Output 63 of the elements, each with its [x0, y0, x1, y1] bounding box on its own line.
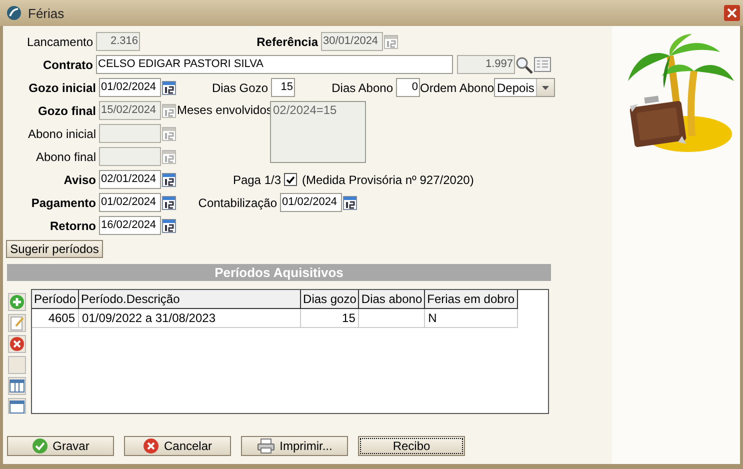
contract-field[interactable]: CELSO EDIGAR PASTORI SILVA [96, 55, 453, 74]
column-header[interactable]: Dias abono [358, 290, 425, 308]
table-cell [358, 308, 425, 328]
note-text: (Medida Provisória nº 927/2020) [302, 172, 474, 186]
field-label: Pagamento [30, 196, 97, 210]
close-icon[interactable] [724, 5, 740, 21]
field-label: Referência [256, 34, 320, 48]
calendar-icon[interactable] [161, 194, 177, 210]
calendar-icon[interactable] [342, 194, 358, 210]
date-field[interactable]: 16/02/2024 [99, 216, 161, 235]
section-header: Períodos Aquisitivos [7, 264, 551, 281]
calendar-icon[interactable] [161, 218, 177, 234]
field-label: Contrato [42, 58, 94, 72]
field-label: Abono final [34, 150, 97, 164]
date-field[interactable]: 01/02/2024 [99, 193, 161, 212]
checkbox[interactable] [284, 173, 297, 186]
column-header[interactable]: Período [32, 290, 79, 308]
date-field[interactable]: 02/01/2024 [99, 170, 161, 189]
field-label: Lancamento [26, 34, 94, 48]
calendar-icon[interactable] [161, 172, 177, 188]
column-header[interactable]: Ferias em dobro [424, 290, 517, 308]
calendar-icon[interactable] [161, 80, 177, 96]
table-cell: 4605 [32, 308, 79, 328]
number-field[interactable]: 0 [396, 78, 420, 97]
column-header[interactable]: Período.Descrição [78, 290, 301, 308]
app-logo-icon [6, 5, 22, 21]
field-label: Meses envolvidos [177, 102, 270, 119]
field-label: Dias Abono [330, 80, 394, 94]
months-text-area[interactable]: 02/2024=15 [270, 101, 366, 163]
save-button[interactable]: Gravar [7, 436, 114, 456]
grid-icon[interactable] [8, 377, 26, 395]
search-icon[interactable] [515, 56, 533, 74]
field-label: Contabilização [197, 196, 278, 210]
field-label: Gozo final [37, 104, 97, 118]
edit-icon[interactable] [8, 314, 26, 332]
field-label: Paga 1/3 [232, 172, 282, 186]
table-cell: N [424, 308, 517, 328]
delete-icon[interactable] [8, 335, 26, 353]
add-icon[interactable] [8, 293, 26, 311]
plain-button[interactable]: Recibo [358, 436, 465, 456]
field-label: Dias Gozo [210, 80, 269, 94]
printer-icon [256, 438, 275, 454]
dropdown-arrow-icon [542, 86, 549, 90]
date-field[interactable]: 01/02/2024 [280, 193, 342, 212]
field-label: Gozo inicial [28, 80, 97, 94]
check-icon [32, 438, 48, 454]
suggest-button[interactable]: Sugerir períodos [6, 240, 103, 258]
cancel-icon [142, 438, 159, 454]
date-field[interactable]: 01/02/2024 [99, 78, 161, 97]
window-title: Férias [28, 6, 64, 20]
field-label: Retorno [49, 218, 97, 232]
table-cell: 01/09/2022 a 31/08/2023 [78, 308, 301, 328]
order-dropdown[interactable]: Depois [494, 78, 555, 97]
number-field[interactable]: 15 [271, 78, 295, 97]
cancel-button[interactable]: Cancelar [124, 436, 231, 456]
code-field: 1.997 [457, 55, 515, 74]
column-header[interactable]: Dias gozo [300, 290, 359, 308]
field-label: Aviso [62, 172, 97, 186]
grid-icon[interactable] [8, 398, 26, 414]
field-label: Ordem Abono [420, 80, 494, 94]
print-button[interactable]: Imprimir... [241, 436, 348, 456]
table-cell: 15 [300, 308, 359, 328]
field-label: Abono inicial [26, 126, 97, 140]
